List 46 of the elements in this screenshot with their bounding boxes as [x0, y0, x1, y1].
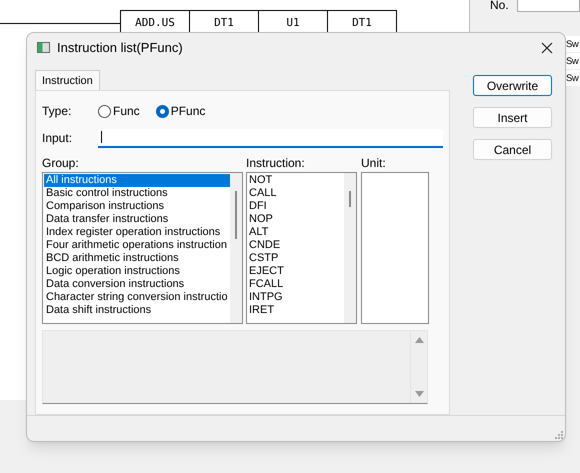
group-item[interactable]: Data shift instructions — [44, 304, 230, 317]
instruction-item[interactable]: IRET — [249, 304, 344, 317]
dialog-button[interactable]: Insert — [473, 107, 552, 128]
group-item[interactable]: BCD arithmetic instructions — [44, 252, 230, 265]
scroll-down-icon[interactable] — [414, 391, 424, 398]
radio-button[interactable] — [98, 104, 111, 118]
scroll-up-icon[interactable] — [414, 336, 424, 343]
number-field[interactable] — [516, 0, 580, 12]
group-item[interactable]: Comparison instructions — [44, 200, 230, 213]
group-item[interactable]: Data conversion instructions — [44, 278, 230, 291]
instruction-item[interactable]: CALL — [249, 186, 344, 200]
group-item[interactable]: Data transfer instructions — [44, 212, 230, 226]
instruction-item[interactable]: DFI — [249, 200, 344, 213]
group-label: Group: — [42, 156, 80, 170]
unit-label: Unit: — [361, 156, 387, 170]
dialog-button[interactable]: Overwrite — [473, 75, 552, 96]
instruction-item[interactable]: INTPG — [249, 290, 344, 304]
group-item[interactable]: Index register operation instructions — [44, 226, 230, 239]
resize-grip-icon[interactable] — [555, 431, 563, 439]
instruction-item[interactable]: NOT — [249, 174, 344, 187]
scrollbar[interactable] — [344, 172, 356, 323]
dialog-button[interactable]: Cancel — [473, 139, 552, 160]
group-item[interactable]: Basic control instructions — [44, 186, 230, 200]
window-title: Instruction list(PFunc) — [57, 38, 184, 57]
radio-label[interactable]: Func — [113, 102, 140, 120]
radio-label[interactable]: PFunc — [170, 102, 206, 120]
radio-button[interactable] — [156, 104, 169, 118]
tab[interactable]: Instruction — [35, 70, 100, 90]
window-icon — [37, 42, 50, 54]
instruction-label: Instruction: — [246, 156, 306, 170]
instruction-item[interactable]: FCALL — [249, 278, 344, 291]
number-label: No. — [490, 0, 509, 14]
group-item[interactable]: Character string conversion instructio — [44, 290, 230, 304]
scrollbar[interactable] — [230, 172, 242, 323]
instruction-item[interactable]: NOP — [249, 212, 344, 226]
group-item[interactable]: Four arithmetic operations instruction — [44, 238, 230, 252]
instruction-item[interactable]: CSTP — [249, 252, 344, 265]
instruction-item[interactable]: CNDE — [249, 238, 344, 252]
type-label: Type: — [42, 103, 72, 120]
close-icon[interactable] — [541, 42, 553, 54]
input-label: Input: — [42, 130, 74, 148]
instruction-item[interactable]: EJECT — [249, 264, 344, 278]
input-field[interactable] — [98, 128, 443, 148]
group-item[interactable]: All instructions — [44, 174, 230, 187]
instruction-item[interactable]: ALT — [249, 226, 344, 239]
group-item[interactable]: Logic operation instructions — [44, 264, 230, 278]
